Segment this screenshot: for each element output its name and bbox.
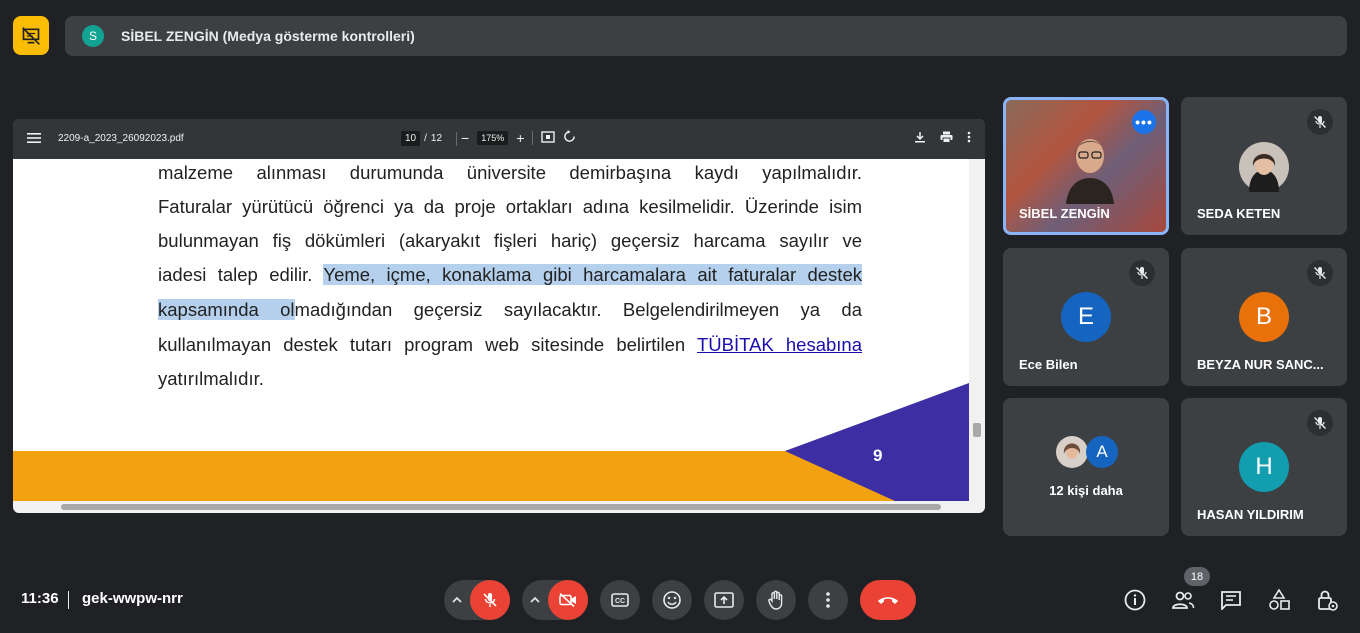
divider [68, 591, 69, 609]
print-icon[interactable] [940, 131, 953, 146]
people-icon[interactable] [1171, 588, 1195, 612]
more-vert-icon[interactable] [808, 580, 848, 620]
toolbar-divider [532, 131, 534, 145]
participant-tile-sibel[interactable]: ••• SİBEL ZENGİN [1003, 97, 1169, 235]
chevron-up-icon[interactable] [444, 597, 470, 603]
pdf-filename: 2209-a_2023_26092023.pdf [58, 133, 184, 144]
page-total: 12 [430, 133, 443, 144]
camera-control [522, 580, 588, 620]
pdf-page: malzeme alınması durumunda üniversite de… [13, 159, 969, 501]
mic-off-icon[interactable] [470, 580, 510, 620]
presenter-banner[interactable]: S SİBEL ZENGİN (Medya gösterme kontrolle… [65, 16, 1347, 56]
activities-icon[interactable] [1267, 588, 1291, 612]
slide-purple-shape [785, 383, 969, 501]
avatar [1056, 436, 1088, 468]
chevron-up-icon[interactable] [522, 597, 548, 603]
more-vert-icon[interactable] [967, 131, 971, 146]
participant-name: SİBEL ZENGİN [1019, 206, 1110, 221]
mic-control [444, 580, 510, 620]
toolbar-divider [456, 131, 458, 146]
page-input[interactable]: 10 [401, 131, 421, 146]
rotate-icon[interactable] [563, 130, 576, 146]
emoji-icon[interactable] [652, 580, 692, 620]
scroll-thumb[interactable] [61, 504, 941, 510]
avatar: E [1061, 292, 1111, 342]
pdf-actions [914, 131, 971, 146]
meeting-code[interactable]: gek-wwpw-nrr [82, 590, 183, 607]
mic-off-icon [1129, 260, 1155, 286]
presenter-avatar: S [82, 25, 104, 47]
mic-off-icon [1307, 410, 1333, 436]
avatar [1239, 142, 1289, 192]
pdf-toolbar: 2209-a_2023_26092023.pdf 10 / 12 − 175% … [13, 119, 985, 159]
participant-tile-beyza[interactable]: B BEYZA NUR SANC... [1181, 248, 1347, 386]
download-icon[interactable] [914, 131, 926, 146]
info-icon[interactable] [1123, 588, 1147, 612]
slide-page-number: 9 [873, 446, 883, 465]
avatar: H [1239, 442, 1289, 492]
call-end-icon[interactable] [860, 580, 916, 620]
presenter-title: SİBEL ZENGİN (Medya gösterme kontrolleri… [121, 28, 415, 44]
fit-page-icon[interactable] [541, 130, 556, 146]
meeting-time: 11:36 [21, 590, 59, 607]
participant-tile-ece[interactable]: E Ece Bilen [1003, 248, 1169, 386]
host-controls-icon[interactable] [1315, 588, 1339, 612]
zoom-out-icon[interactable]: − [461, 130, 469, 146]
avatar: B [1239, 292, 1289, 342]
vertical-scrollbar[interactable] [969, 159, 985, 501]
zoom-in-icon[interactable]: + [516, 130, 524, 146]
avatar: A [1086, 436, 1118, 468]
participant-tile-hasan[interactable]: H HASAN YILDIRIM [1181, 398, 1347, 536]
participant-tile-others[interactable]: A 12 kişi daha [1003, 398, 1169, 536]
participant-video [1066, 139, 1114, 204]
page-separator: / [424, 133, 427, 144]
mic-off-icon [1307, 260, 1333, 286]
horizontal-scrollbar[interactable] [13, 501, 985, 513]
zoom-controls: − 175% + [461, 130, 576, 146]
participant-name: HASAN YILDIRIM [1197, 507, 1304, 522]
menu-icon[interactable] [27, 132, 41, 147]
present-screen-icon[interactable] [704, 580, 744, 620]
scroll-thumb[interactable] [973, 423, 981, 437]
participant-count-badge: 18 [1184, 567, 1210, 586]
more-participants-label: 12 kişi daha [1049, 483, 1123, 498]
mic-off-icon [1307, 109, 1333, 135]
zoom-input[interactable]: 175% [477, 131, 509, 145]
svg-text:CC: CC [615, 598, 625, 605]
videocam-off-icon[interactable] [548, 580, 588, 620]
participant-name: BEYZA NUR SANC... [1197, 357, 1324, 372]
more-options-icon[interactable]: ••• [1132, 110, 1156, 134]
participant-tile-seda[interactable]: SEDA KETEN [1181, 97, 1347, 235]
chat-icon[interactable] [1219, 588, 1243, 612]
participant-name: Ece Bilen [1019, 357, 1078, 372]
presentation-off-icon[interactable] [13, 16, 49, 55]
closed-caption-icon[interactable]: CC [600, 580, 640, 620]
participant-name: SEDA KETEN [1197, 206, 1281, 221]
pdf-viewer: 2209-a_2023_26092023.pdf 10 / 12 − 175% … [13, 119, 985, 513]
raise-hand-icon[interactable] [756, 580, 796, 620]
page-indicator: 10 / 12 [401, 131, 458, 146]
